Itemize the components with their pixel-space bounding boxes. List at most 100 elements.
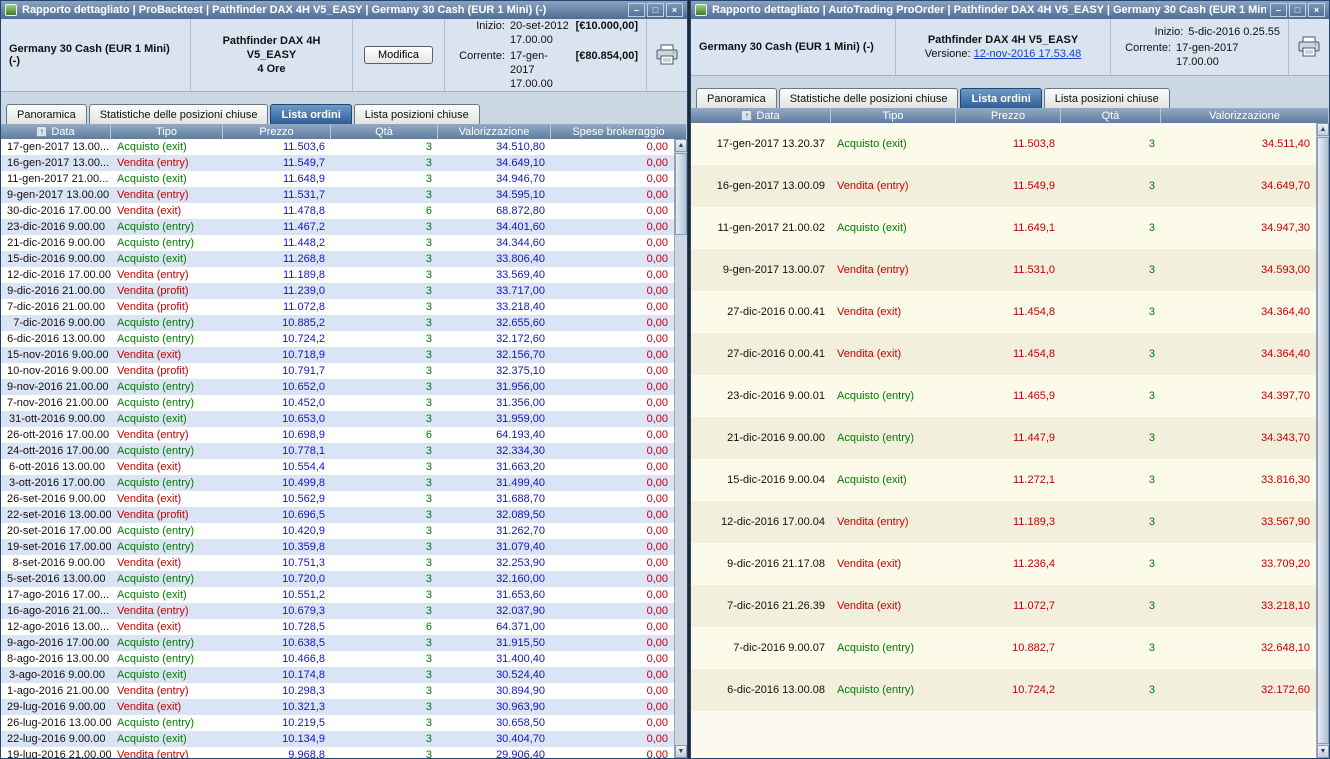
scroll-up-button[interactable]: ▲	[1317, 123, 1329, 136]
order-row[interactable]: 11-gen-2017 21.00... Acquisto (exit) 11.64…	[1, 171, 674, 187]
maximize-button[interactable]: □	[1289, 3, 1306, 17]
scroll-thumb[interactable]	[1317, 137, 1329, 744]
order-row[interactable]: 15-dic-2016 9.00.04 Acquisto (exit) 11.272…	[691, 459, 1316, 501]
order-row[interactable]: 15-dic-2016 9.00.00 Acquisto (exit) 11.268…	[1, 251, 674, 267]
order-row[interactable]: 16-ago-2016 21.00... Vendita (entry) 10.67…	[1, 603, 674, 619]
order-row[interactable]: 29-lug-2016 9.00.00 Vendita (exit) 10.321,…	[1, 699, 674, 715]
tab-lista-posizioni-chiuse[interactable]: Lista posizioni chiuse	[1043, 88, 1170, 108]
minimize-button[interactable]: –	[628, 3, 645, 17]
order-row[interactable]: 9-gen-2017 13.00.00 Vendita (entry) 11.531…	[1, 187, 674, 203]
order-row[interactable]: 9-dic-2016 21.00.00 Vendita (profit) 11.23…	[1, 283, 674, 299]
close-button[interactable]: ×	[1308, 3, 1325, 17]
order-row[interactable]: 26-lug-2016 13.00.00 Acquisto (entry) 10.2…	[1, 715, 674, 731]
order-row[interactable]: 22-set-2016 13.00.00 Vendita (profit) 10.6…	[1, 507, 674, 523]
tab-lista-ordini[interactable]: Lista ordini	[960, 88, 1042, 108]
order-row[interactable]: 16-gen-2017 13.00.09 Vendita (entry) 11.54…	[691, 165, 1316, 207]
order-row[interactable]: 7-dic-2016 21.00.00 Vendita (profit) 11.07…	[1, 299, 674, 315]
order-row[interactable]: 7-dic-2016 9.00.07 Acquisto (entry) 10.882…	[691, 627, 1316, 669]
tab-statistiche-delle-posizioni-chiuse[interactable]: Statistiche delle posizioni chiuse	[88, 104, 269, 124]
order-row[interactable]: 1-ago-2016 21.00.00 Vendita (entry) 10.298…	[1, 683, 674, 699]
sort-ascending-icon[interactable]: ↑	[36, 126, 48, 137]
print-icon[interactable]	[1297, 36, 1321, 58]
order-row[interactable]: 21-dic-2016 9.00.00 Acquisto (entry) 11.44…	[691, 417, 1316, 459]
order-row[interactable]: 11-gen-2017 21.00.02 Acquisto (exit) 11.64…	[691, 207, 1316, 249]
order-row[interactable]: 5-set-2016 13.00.00 Acquisto (entry) 10.72…	[1, 571, 674, 587]
scroll-track[interactable]	[1317, 136, 1329, 745]
vertical-scrollbar[interactable]: ▲ ▼	[674, 139, 687, 758]
order-row[interactable]: 22-lug-2016 9.00.00 Acquisto (exit) 10.134…	[1, 731, 674, 747]
tab-panoramica[interactable]: Panoramica	[6, 104, 87, 124]
order-row[interactable]: 12-ago-2016 13.00... Vendita (exit) 10.728…	[1, 619, 674, 635]
order-row[interactable]: 21-dic-2016 9.00.00 Acquisto (entry) 11.44…	[1, 235, 674, 251]
column-header-valorizzazione[interactable]: Valorizzazione	[438, 124, 551, 139]
tab-panoramica[interactable]: Panoramica	[696, 88, 777, 108]
scroll-track[interactable]	[675, 152, 687, 745]
column-header-valorizzazione[interactable]: Valorizzazione	[1161, 108, 1329, 123]
order-row[interactable]: 6-dic-2016 13.00.00 Acquisto (entry) 10.72…	[1, 331, 674, 347]
order-row[interactable]: 12-dic-2016 17.00.04 Vendita (entry) 11.18…	[691, 501, 1316, 543]
order-row[interactable]: 9-gen-2017 13.00.07 Vendita (entry) 11.531…	[691, 249, 1316, 291]
print-icon[interactable]	[655, 44, 679, 66]
order-row[interactable]: 12-dic-2016 17.00.00 Vendita (entry) 11.18…	[1, 267, 674, 283]
scroll-thumb[interactable]	[675, 153, 687, 235]
tab-lista-ordini[interactable]: Lista ordini	[270, 104, 352, 124]
order-row[interactable]: 7-dic-2016 9.00.00 Acquisto (entry) 10.885…	[1, 315, 674, 331]
order-row[interactable]: 9-dic-2016 21.17.08 Vendita (exit) 11.236,…	[691, 543, 1316, 585]
order-row[interactable]: 17-gen-2017 13.00... Acquisto (exit) 11.50…	[1, 139, 674, 155]
order-row[interactable]: 17-ago-2016 17.00... Acquisto (exit) 10.55…	[1, 587, 674, 603]
versione-link[interactable]: 12-nov-2016 17.53.48	[974, 48, 1082, 60]
cell-qt: 3	[425, 461, 432, 473]
order-row[interactable]: 27-dic-2016 0.00.41 Vendita (exit) 11.454,…	[691, 333, 1316, 375]
tab-statistiche-delle-posizioni-chiuse[interactable]: Statistiche delle posizioni chiuse	[778, 88, 959, 108]
instrument-name: Germany 30 Cash (EUR 1 Mini) (-)	[691, 19, 896, 75]
order-row[interactable]: 15-nov-2016 9.00.00 Vendita (exit) 10.718,…	[1, 347, 674, 363]
column-header-prezzo[interactable]: Prezzo	[956, 108, 1061, 123]
titlebar[interactable]: Rapporto dettagliato | ProBacktest | Pat…	[1, 1, 687, 19]
order-row[interactable]: 3-ago-2016 9.00.00 Acquisto (exit) 10.174,…	[1, 667, 674, 683]
order-row[interactable]: 26-ott-2016 17.00.00 Vendita (entry) 10.69…	[1, 427, 674, 443]
minimize-button[interactable]: –	[1270, 3, 1287, 17]
order-row[interactable]: 8-ago-2016 13.00.00 Acquisto (entry) 10.46…	[1, 651, 674, 667]
modifica-button[interactable]: Modifica	[364, 46, 433, 64]
scroll-down-button[interactable]: ▼	[1317, 745, 1329, 758]
order-row[interactable]: 9-nov-2016 21.00.00 Acquisto (entry) 10.65…	[1, 379, 674, 395]
order-row[interactable]: 3-ott-2016 17.00.00 Acquisto (entry) 10.49…	[1, 475, 674, 491]
order-row[interactable]: 7-nov-2016 21.00.00 Acquisto (entry) 10.45…	[1, 395, 674, 411]
maximize-button[interactable]: □	[647, 3, 664, 17]
order-row[interactable]: 19-lug-2016 21.00.00 Vendita (entry) 9.968…	[1, 747, 674, 758]
close-button[interactable]: ×	[666, 3, 683, 17]
tab-lista-posizioni-chiuse[interactable]: Lista posizioni chiuse	[353, 104, 480, 124]
order-row[interactable]: 31-ott-2016 9.00.00 Acquisto (exit) 10.653…	[1, 411, 674, 427]
order-row[interactable]: 17-gen-2017 13.20.37 Acquisto (exit) 11.50…	[691, 123, 1316, 165]
column-header-tipo[interactable]: Tipo	[111, 124, 223, 139]
order-row[interactable]: 20-set-2016 17.00.00 Acquisto (entry) 10.4…	[1, 523, 674, 539]
scroll-down-button[interactable]: ▼	[675, 745, 687, 758]
order-row[interactable]: 7-dic-2016 21.26.39 Vendita (exit) 11.072,…	[691, 585, 1316, 627]
sort-ascending-icon[interactable]: ↑	[741, 110, 753, 121]
order-row[interactable]: 16-gen-2017 13.00... Vendita (entry) 11.54…	[1, 155, 674, 171]
column-header-data[interactable]: ↑ Data	[1, 124, 111, 139]
column-header-data[interactable]: ↑ Data	[691, 108, 831, 123]
order-row[interactable]: 23-dic-2016 9.00.01 Acquisto (entry) 11.46…	[691, 375, 1316, 417]
order-row[interactable]: 30-dic-2016 17.00.00 Vendita (exit) 11.478…	[1, 203, 674, 219]
titlebar[interactable]: Rapporto dettagliato | AutoTrading ProOr…	[691, 1, 1329, 19]
order-row[interactable]: 10-nov-2016 9.00.00 Vendita (profit) 10.79…	[1, 363, 674, 379]
order-row[interactable]: 6-dic-2016 13.00.08 Acquisto (entry) 10.72…	[691, 669, 1316, 711]
column-header-qt[interactable]: Qtà	[1061, 108, 1161, 123]
corrente-label: Corrente:	[459, 50, 505, 62]
column-header-qt[interactable]: Qtà	[331, 124, 438, 139]
order-row[interactable]: 19-set-2016 17.00.00 Acquisto (entry) 10.3…	[1, 539, 674, 555]
order-row[interactable]: 6-ott-2016 13.00.00 Vendita (exit) 10.554,…	[1, 459, 674, 475]
vertical-scrollbar[interactable]: ▲ ▼	[1316, 123, 1329, 758]
scroll-up-button[interactable]: ▲	[675, 139, 687, 152]
order-row[interactable]: 9-ago-2016 17.00.00 Acquisto (entry) 10.63…	[1, 635, 674, 651]
order-row[interactable]: 8-set-2016 9.00.00 Vendita (exit) 10.751,3…	[1, 555, 674, 571]
column-header-spese-brokeraggio[interactable]: Spese brokeraggio	[551, 124, 687, 139]
order-row[interactable]: 23-dic-2016 9.00.00 Acquisto (entry) 11.46…	[1, 219, 674, 235]
order-row[interactable]: 24-ott-2016 17.00.00 Acquisto (entry) 10.7…	[1, 443, 674, 459]
order-row[interactable]: 27-dic-2016 0.00.41 Vendita (exit) 11.454,…	[691, 291, 1316, 333]
column-header-prezzo[interactable]: Prezzo	[223, 124, 331, 139]
cell-tipo: Acquisto (entry)	[837, 684, 915, 696]
column-header-tipo[interactable]: Tipo	[831, 108, 956, 123]
order-row[interactable]: 26-set-2016 9.00.00 Vendita (exit) 10.562,…	[1, 491, 674, 507]
